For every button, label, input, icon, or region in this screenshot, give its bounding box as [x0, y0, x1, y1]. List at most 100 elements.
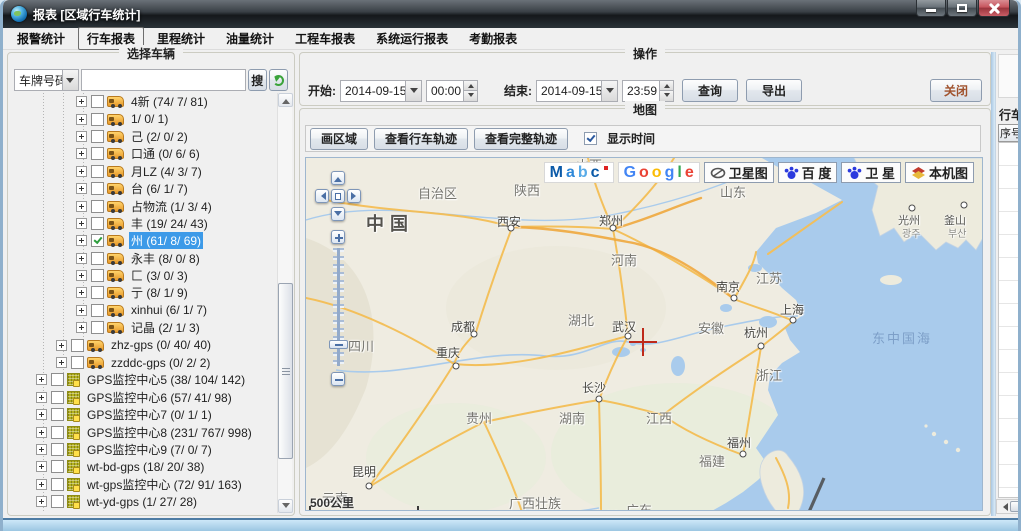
maximize-button[interactable] [947, 0, 977, 17]
chevron-down-icon[interactable] [601, 81, 617, 101]
tree-item[interactable]: zhz-gps (0/ 40/ 40) [12, 336, 278, 353]
tree-item[interactable]: zzddc-gps (0/ 2/ 2) [12, 354, 278, 371]
export-button[interactable]: 导出 [746, 79, 802, 102]
expand-plus-icon[interactable] [36, 427, 47, 438]
tree-checkbox[interactable] [91, 234, 104, 247]
report-hscrollbar[interactable] [996, 499, 1021, 514]
tree-item[interactable]: 己 (2/ 0/ 2) [12, 128, 278, 145]
end-time-spinner[interactable]: 23:59 [622, 80, 674, 102]
tree-checkbox[interactable] [51, 478, 64, 491]
tab[interactable]: 考勤报表 [461, 28, 525, 49]
tree-checkbox[interactable] [91, 269, 104, 282]
expand-plus-icon[interactable] [76, 305, 87, 316]
pan-home-button[interactable] [331, 189, 345, 203]
tree-checkbox[interactable] [91, 182, 104, 195]
chevron-down-icon[interactable] [62, 70, 78, 90]
zoom-out-button[interactable] [331, 372, 345, 386]
tree-checkbox[interactable] [51, 460, 64, 473]
show-time-checkbox[interactable] [584, 132, 597, 145]
refresh-button[interactable] [269, 69, 288, 91]
report-column-header[interactable]: 序号 [998, 124, 1021, 142]
tree-item[interactable]: wt-gps监控中心 (72/ 91/ 163) [12, 476, 278, 493]
tree-checkbox[interactable] [51, 495, 64, 508]
expand-plus-icon[interactable] [56, 340, 67, 351]
tree-item[interactable]: GPS监控中心7 (0/ 1/ 1) [12, 406, 278, 423]
tree-checkbox[interactable] [91, 147, 104, 160]
search-field-combo[interactable]: 车牌号码 [14, 69, 79, 91]
spin-up-icon[interactable] [660, 81, 673, 91]
close-button[interactable]: 关闭 [930, 79, 982, 102]
expand-plus-icon[interactable] [76, 218, 87, 229]
expand-plus-icon[interactable] [76, 96, 87, 107]
expand-plus-icon[interactable] [76, 287, 87, 298]
spin-up-icon[interactable] [464, 81, 477, 91]
expand-plus-icon[interactable] [76, 201, 87, 212]
tree-item[interactable]: wt-yd-gps (1/ 27/ 28) [12, 493, 278, 510]
scroll-up-icon[interactable] [278, 93, 293, 107]
tree-item[interactable]: 永丰 (8/ 0/ 8) [12, 250, 278, 267]
tree-checkbox[interactable] [91, 95, 104, 108]
tree-item[interactable]: 台 (6/ 1/ 7) [12, 180, 278, 197]
scroll-down-icon[interactable] [278, 499, 293, 513]
tree-checkbox[interactable] [91, 321, 104, 334]
tree-checkbox[interactable] [51, 408, 64, 421]
search-input[interactable] [81, 69, 246, 91]
tree-item[interactable]: 匚 (3/ 0/ 3) [12, 267, 278, 284]
tree-item[interactable]: 亍 (8/ 1/ 9) [12, 284, 278, 301]
tree-item[interactable]: wt-bd-gps (18/ 20/ 38) [12, 458, 278, 475]
scroll-left-icon[interactable] [999, 503, 1008, 511]
draw-region-button[interactable]: 画区域 [310, 128, 368, 150]
tab[interactable]: 系统运行报表 [368, 28, 456, 49]
pan-up-button[interactable] [331, 171, 345, 185]
expand-plus-icon[interactable] [76, 183, 87, 194]
expand-plus-icon[interactable] [76, 166, 87, 177]
zoom-in-button[interactable] [331, 230, 345, 244]
tab[interactable]: 工程车报表 [287, 28, 363, 49]
tree-item[interactable]: GPS监控中心8 (231/ 767/ 998) [12, 423, 278, 440]
start-date-picker[interactable]: 2014-09-15 [340, 80, 422, 102]
tree-checkbox[interactable] [71, 356, 84, 369]
expand-plus-icon[interactable] [56, 357, 67, 368]
expand-plus-icon[interactable] [76, 131, 87, 142]
expand-plus-icon[interactable] [76, 114, 87, 125]
expand-plus-icon[interactable] [36, 461, 47, 472]
pan-right-button[interactable] [347, 189, 361, 203]
tree-item[interactable]: GPS监控中心5 (38/ 104/ 142) [12, 371, 278, 388]
tree-item[interactable]: 4新 (74/ 7/ 81) [12, 93, 278, 110]
tree-checkbox[interactable] [51, 391, 64, 404]
tree-checkbox[interactable] [91, 200, 104, 213]
chevron-down-icon[interactable] [405, 81, 421, 101]
tree-item[interactable]: 州 (61/ 8/ 69) [12, 232, 278, 249]
tree-checkbox[interactable] [71, 339, 84, 352]
tree-item[interactable]: 占物流 (1/ 3/ 4) [12, 197, 278, 214]
expand-plus-icon[interactable] [36, 479, 47, 490]
tree-checkbox[interactable] [91, 217, 104, 230]
expand-plus-icon[interactable] [36, 409, 47, 420]
map-provider-mapabc[interactable]: Mabc [544, 162, 614, 183]
tree-checkbox[interactable] [51, 426, 64, 439]
tab[interactable]: 报警统计 [9, 28, 73, 49]
view-full-track-button[interactable]: 查看完整轨迹 [474, 128, 568, 150]
tree-item[interactable]: GPS监控中心9 (7/ 0/ 7) [12, 441, 278, 458]
tree-checkbox[interactable] [51, 373, 64, 386]
map-provider-google[interactable]: Google [618, 162, 700, 183]
tree-checkbox[interactable] [91, 286, 104, 299]
view-track-button[interactable]: 查看行车轨迹 [374, 128, 468, 150]
minimize-button[interactable] [916, 0, 946, 17]
tree-checkbox[interactable] [91, 130, 104, 143]
tree-item[interactable]: 丰 (19/ 24/ 43) [12, 215, 278, 232]
search-button[interactable]: 搜 [248, 69, 267, 91]
scrollbar-thumb[interactable] [278, 283, 293, 459]
pan-down-button[interactable] [331, 207, 345, 221]
spin-down-icon[interactable] [464, 90, 477, 101]
expand-plus-icon[interactable] [36, 496, 47, 507]
tree-scrollbar[interactable] [277, 93, 292, 513]
tree-item[interactable]: GPS监控中心6 (57/ 41/ 98) [12, 389, 278, 406]
expand-plus-icon[interactable] [76, 148, 87, 159]
tree-checkbox[interactable] [91, 304, 104, 317]
tree-checkbox[interactable] [91, 252, 104, 265]
close-window-button[interactable] [978, 0, 1010, 17]
map-provider-baidu[interactable]: 百 度 [778, 162, 838, 183]
tree-item[interactable]: 口通 (0/ 6/ 6) [12, 145, 278, 162]
expand-plus-icon[interactable] [76, 253, 87, 264]
